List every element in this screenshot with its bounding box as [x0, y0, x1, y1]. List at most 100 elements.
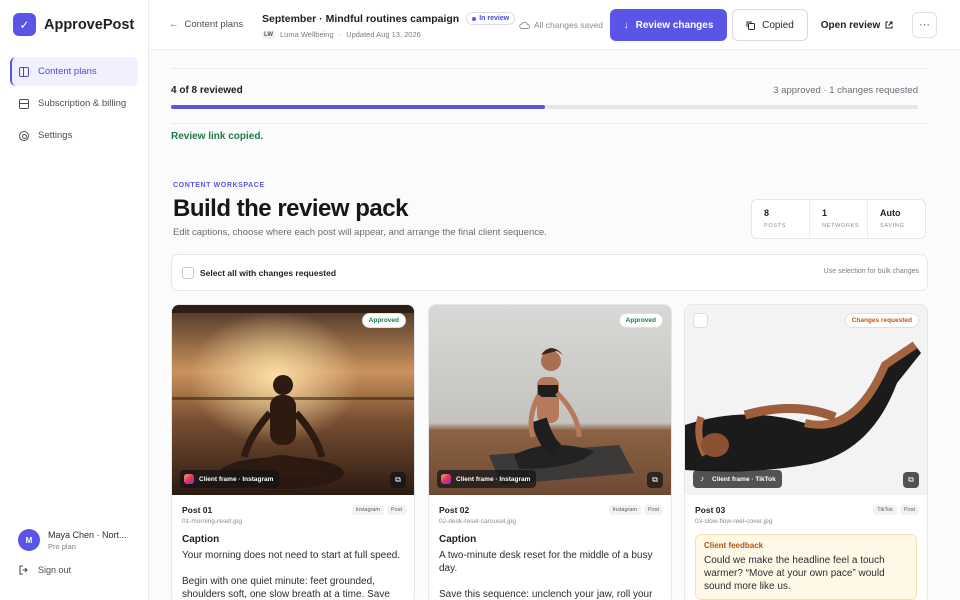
main-content: 4 of 8 reviewed 3 approved · 1 changes r…: [171, 68, 928, 600]
open-external-button[interactable]: ⧉: [390, 472, 406, 488]
open-review-button[interactable]: Open review: [815, 9, 899, 41]
external-link-icon: ⧉: [908, 475, 914, 484]
sign-out-link[interactable]: Sign out: [19, 565, 71, 575]
save-status: All changes saved: [519, 20, 603, 30]
sidebar: ✓ ApprovePost Content plans Subscription…: [0, 0, 149, 600]
post-chips: Instagram Post: [351, 505, 406, 515]
top-bar: ← Content plans September · Mindful rout…: [149, 0, 960, 50]
sidebar-item-billing[interactable]: Subscription & billing: [10, 89, 138, 118]
stats-panel: 8 POSTS 1 NETWORKS Auto SAVING: [751, 199, 926, 239]
review-changes-button[interactable]: ↓ Review changes: [610, 9, 727, 41]
arrow-down-icon: ↓: [623, 19, 629, 31]
open-external-button[interactable]: ⧉: [647, 472, 663, 488]
sign-out-label: Sign out: [38, 565, 72, 575]
copy-label: Copied: [762, 19, 794, 31]
page-title: Build the review pack: [173, 195, 408, 222]
client-feedback: Client feedback Could we make the headli…: [695, 534, 917, 600]
sign-out-icon: [19, 565, 28, 575]
review-changes-label: Review changes: [635, 19, 714, 31]
status-badge: Changes requested: [844, 313, 919, 328]
caption-text-more[interactable]: Begin with one quiet minute: feet ground…: [182, 575, 404, 600]
caption-label: Caption: [182, 534, 220, 545]
copy-link-button[interactable]: Copied: [732, 9, 808, 41]
caption-text-more[interactable]: Save this sequence: unclench your jaw, r…: [439, 588, 661, 600]
client-frame-label: Client frame · TikTok: [712, 475, 776, 483]
sidebar-item-content-plans[interactable]: Content plans: [10, 57, 138, 86]
post-details: Post 02 02-desk-reset-carousel.jpg Insta…: [429, 495, 671, 600]
stat-saving: Auto SAVING: [868, 200, 925, 238]
external-link-icon: ⧉: [395, 475, 401, 484]
post-select-checkbox[interactable]: [693, 313, 708, 328]
select-all-checkbox[interactable]: [182, 267, 194, 279]
external-link-icon: ⧉: [652, 475, 658, 484]
user-plan: Pro plan: [48, 541, 76, 551]
status-dot-icon: [472, 16, 477, 21]
tiktok-icon: ♪: [700, 474, 704, 483]
stat-label: NETWORKS: [822, 223, 860, 229]
sidebar-item-label: Content plans: [38, 66, 97, 77]
post-image: Approved Client frame · Instagram ⧉: [429, 305, 671, 495]
feedback-label: Client feedback: [704, 541, 764, 550]
progress-bar: [171, 105, 918, 109]
client-frame-label: Client frame · Instagram: [199, 475, 274, 483]
cloud-icon: [519, 21, 530, 29]
network-chip: Instagram: [351, 505, 384, 515]
client-frame-tag[interactable]: Client frame · Instagram: [180, 470, 280, 488]
caption-text[interactable]: A two-minute desk reset for the middle o…: [439, 549, 661, 575]
back-link[interactable]: ← Content plans: [169, 19, 243, 30]
client-frame-tag[interactable]: Client frame · Instagram: [437, 470, 537, 488]
client-name: Luma Wellbeing: [280, 30, 334, 39]
format-chip: Post: [386, 505, 406, 515]
external-link-icon: [885, 21, 893, 29]
client-frame-label: Client frame · Instagram: [456, 475, 531, 483]
select-all-label[interactable]: Select all with changes requested: [200, 268, 336, 278]
sidebar-nav: Content plans Subscription & billing Set…: [10, 57, 138, 153]
status-badge: Approved: [361, 313, 406, 328]
instagram-icon: [184, 474, 194, 484]
post-card[interactable]: Approved Client frame · Instagram ⧉ Post…: [171, 304, 415, 600]
instagram-icon: [441, 474, 451, 484]
selection-bar: Select all with changes requested Use se…: [171, 254, 928, 291]
stat-value: 1: [822, 208, 828, 218]
stat-value: Auto: [880, 208, 901, 218]
feedback-text: Could we make the headline feel a touch …: [704, 555, 885, 592]
post-card[interactable]: Changes requested ♪ Client frame · TikTo…: [684, 304, 928, 600]
sidebar-item-settings[interactable]: Settings: [10, 121, 138, 150]
avatar: M: [18, 529, 40, 551]
sidebar-item-label: Settings: [38, 130, 73, 141]
user-profile[interactable]: M Maya Chen · Nort... Pro plan: [18, 529, 130, 551]
check-logo-icon: ✓: [13, 13, 36, 36]
stat-posts: 8 POSTS: [752, 200, 810, 238]
campaign-header: September · Mindful routines campaign In…: [262, 12, 516, 39]
copy-icon: [746, 21, 756, 30]
status-label: In review: [479, 15, 510, 22]
post-filename: 01-morning-reset.jpg: [182, 518, 242, 525]
card-icon: [19, 98, 29, 109]
back-label: Content plans: [184, 19, 244, 30]
status-badge: Approved: [618, 313, 663, 328]
app-name: ApprovePost: [44, 16, 135, 33]
network-chip: Instagram: [608, 505, 641, 515]
open-external-button[interactable]: ⧉: [903, 472, 919, 488]
progress-label: 4 of 8 reviewed: [171, 85, 243, 96]
brand[interactable]: ✓ ApprovePost: [13, 13, 134, 36]
copied-message: Review link copied.: [171, 131, 264, 142]
stat-label: SAVING: [880, 223, 905, 229]
post-filename: 03-slow-flow-reel-cover.jpg: [695, 518, 773, 525]
review-progress: 4 of 8 reviewed 3 approved · 1 changes r…: [171, 68, 928, 124]
post-filename: 02-desk-reset-carousel.jpg: [439, 518, 516, 525]
client-logo: LW: [262, 30, 275, 39]
caption-text[interactable]: Your morning does not need to start at f…: [182, 549, 404, 562]
updated-date: Updated Aug 13, 2026: [346, 30, 421, 39]
post-card[interactable]: Approved Client frame · Instagram ⧉ Post…: [428, 304, 672, 600]
page-subtitle: Edit captions, choose where each post wi…: [173, 227, 547, 238]
format-chip: Post: [899, 505, 919, 515]
more-options-button[interactable]: ···: [912, 12, 937, 38]
format-chip: Post: [643, 505, 663, 515]
progress-summary: 3 approved · 1 changes requested: [773, 85, 918, 96]
arrow-left-icon: ←: [169, 19, 179, 30]
campaign-title: September · Mindful routines campaign: [262, 12, 460, 25]
meditation-sunset-photo: [172, 305, 414, 495]
caption-label: Caption: [439, 534, 477, 545]
client-frame-tag[interactable]: ♪ Client frame · TikTok: [693, 470, 782, 488]
